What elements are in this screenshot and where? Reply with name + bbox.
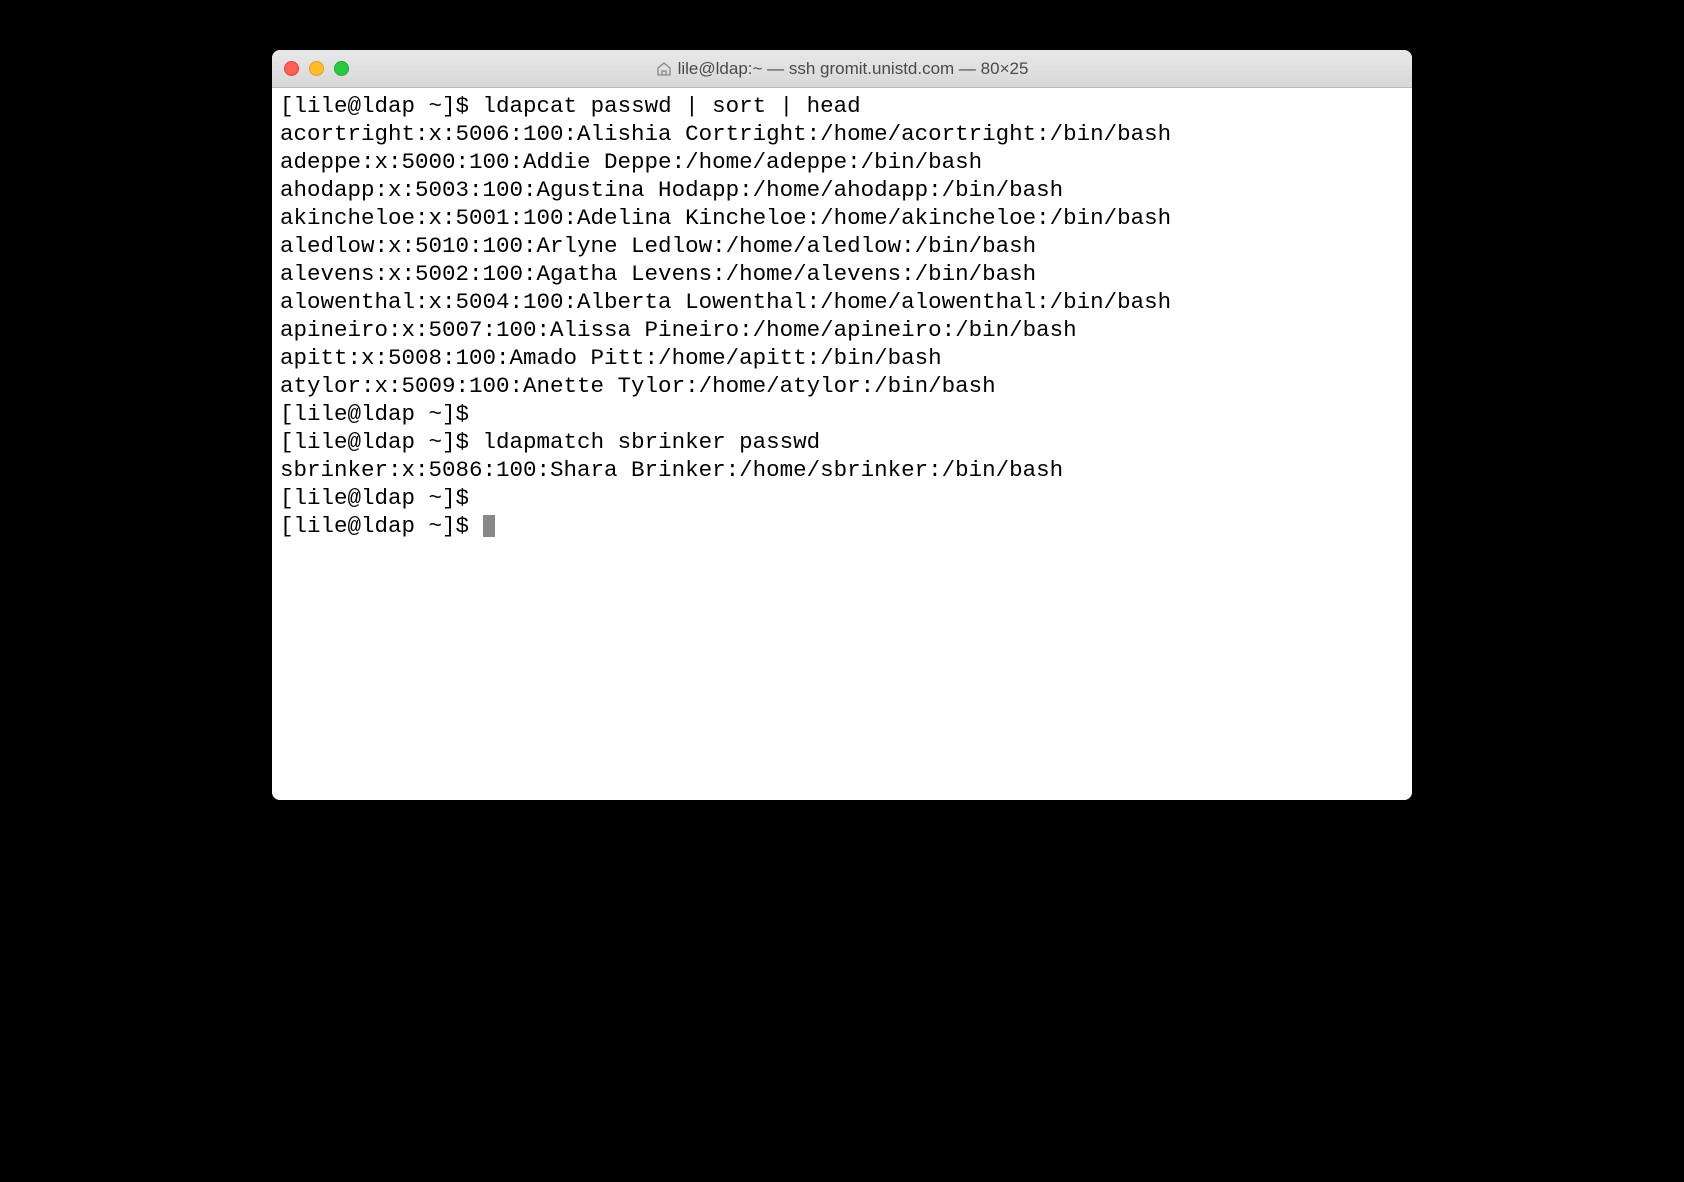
- window-title-container: lile@ldap:~ — ssh gromit.unistd.com — 80…: [272, 59, 1412, 79]
- terminal-viewport[interactable]: [lile@ldap ~]$ ldapcat passwd | sort | h…: [272, 88, 1412, 800]
- output-line: apitt:x:5008:100:Amado Pitt:/home/apitt:…: [280, 344, 1404, 372]
- output-line: aledlow:x:5010:100:Arlyne Ledlow:/home/a…: [280, 232, 1404, 260]
- prompt-line: [lile@ldap ~]$: [280, 400, 1404, 428]
- minimize-button[interactable]: [309, 61, 324, 76]
- prompt: [lile@ldap ~]$: [280, 513, 483, 539]
- prompt-line: [lile@ldap ~]$: [280, 484, 1404, 512]
- output-line: atylor:x:5009:100:Anette Tylor:/home/aty…: [280, 372, 1404, 400]
- window-title: lile@ldap:~ — ssh gromit.unistd.com — 80…: [678, 59, 1029, 79]
- titlebar[interactable]: lile@ldap:~ — ssh gromit.unistd.com — 80…: [272, 50, 1412, 88]
- command: ldapmatch sbrinker passwd: [483, 429, 821, 455]
- prompt: [lile@ldap ~]$: [280, 401, 483, 427]
- output-line: alevens:x:5002:100:Agatha Levens:/home/a…: [280, 260, 1404, 288]
- prompt-line: [lile@ldap ~]$: [280, 512, 1404, 540]
- traffic-lights: [284, 61, 349, 76]
- prompt: [lile@ldap ~]$: [280, 93, 483, 119]
- maximize-button[interactable]: [334, 61, 349, 76]
- command: ldapcat passwd | sort | head: [483, 93, 861, 119]
- close-button[interactable]: [284, 61, 299, 76]
- output-line: adeppe:x:5000:100:Addie Deppe:/home/adep…: [280, 148, 1404, 176]
- output-line: ahodapp:x:5003:100:Agustina Hodapp:/home…: [280, 176, 1404, 204]
- home-icon: [656, 61, 672, 77]
- prompt-line: [lile@ldap ~]$ ldapmatch sbrinker passwd: [280, 428, 1404, 456]
- output-line: alowenthal:x:5004:100:Alberta Lowenthal:…: [280, 288, 1404, 316]
- prompt: [lile@ldap ~]$: [280, 429, 483, 455]
- output-line: apineiro:x:5007:100:Alissa Pineiro:/home…: [280, 316, 1404, 344]
- output-line: akincheloe:x:5001:100:Adelina Kincheloe:…: [280, 204, 1404, 232]
- prompt: [lile@ldap ~]$: [280, 485, 483, 511]
- cursor: [483, 515, 495, 537]
- output-line: acortright:x:5006:100:Alishia Cortright:…: [280, 120, 1404, 148]
- terminal-window: lile@ldap:~ — ssh gromit.unistd.com — 80…: [272, 50, 1412, 800]
- prompt-line: [lile@ldap ~]$ ldapcat passwd | sort | h…: [280, 92, 1404, 120]
- output-line: sbrinker:x:5086:100:Shara Brinker:/home/…: [280, 456, 1404, 484]
